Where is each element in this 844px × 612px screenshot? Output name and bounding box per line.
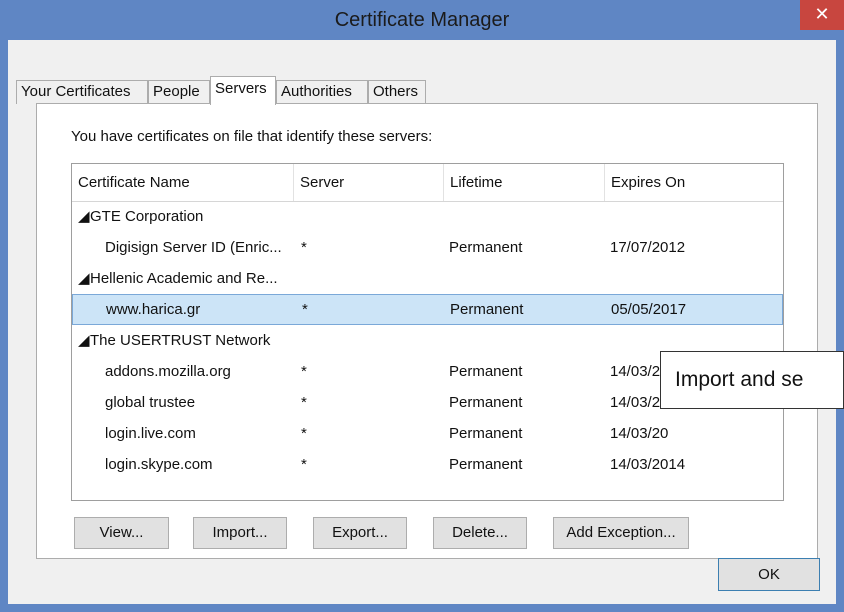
certificate-row[interactable]: www.harica.gr * Permanent 05/05/2017	[72, 294, 783, 325]
tree-group-row[interactable]: ◢ GTE Corporation	[72, 201, 783, 232]
column-header-lifetime[interactable]: Lifetime	[444, 164, 605, 201]
server-cell: *	[301, 425, 307, 442]
tab-your-certificates[interactable]: Your Certificates	[16, 80, 148, 104]
delete-button[interactable]: Delete...	[433, 517, 527, 549]
column-header-expires-on[interactable]: Expires On	[605, 164, 783, 201]
lifetime-cell: Permanent	[449, 363, 523, 380]
expires-cell: 14/03/2014	[610, 456, 686, 473]
lifetime-cell: Permanent	[449, 239, 523, 256]
server-cell: *	[301, 363, 307, 380]
dialog-body: Your Certificates People Servers Authori…	[8, 40, 836, 604]
expand-arrow-icon[interactable]: ◢	[78, 325, 90, 356]
column-header-server[interactable]: Server	[294, 164, 444, 201]
expires-cell: 14/03/20	[610, 425, 669, 442]
certificate-name-cell: Digisign Server ID (Enric...	[105, 239, 282, 256]
import-button[interactable]: Import...	[193, 517, 287, 549]
server-cell: *	[302, 301, 308, 318]
title-bar[interactable]: Certificate Manager ✕	[0, 0, 844, 40]
server-cell: *	[301, 239, 307, 256]
expires-cell: 05/05/2017	[611, 301, 687, 318]
lifetime-cell: Permanent	[449, 394, 523, 411]
server-cell: *	[301, 456, 307, 473]
lifetime-cell: Permanent	[450, 301, 524, 318]
group-label: Hellenic Academic and Re...	[90, 270, 278, 287]
close-icon: ✕	[814, 4, 830, 24]
expand-arrow-icon[interactable]: ◢	[78, 263, 90, 294]
column-header-certificate-name[interactable]: Certificate Name	[72, 164, 294, 201]
tree-group-row[interactable]: ◢ Hellenic Academic and Re...	[72, 263, 783, 294]
tab-servers[interactable]: Servers	[210, 76, 276, 105]
tab-people[interactable]: People	[148, 80, 210, 104]
panel-description: You have certificates on file that ident…	[71, 128, 433, 145]
certificate-row[interactable]: Digisign Server ID (Enric... * Permanent 17…	[72, 232, 783, 263]
window-title: Certificate Manager	[334, 9, 510, 31]
ok-button[interactable]: OK	[718, 558, 820, 591]
certificate-name-cell: login.live.com	[105, 425, 196, 442]
lifetime-cell: Permanent	[449, 425, 523, 442]
certificate-row[interactable]: login.live.com * Permanent 14/03/20	[72, 418, 783, 449]
expand-arrow-icon[interactable]: ◢	[78, 201, 90, 232]
group-label: The USERTRUST Network	[90, 332, 271, 349]
tab-others[interactable]: Others	[368, 80, 426, 104]
server-cell: *	[301, 394, 307, 411]
certificate-name-cell: global trustee	[105, 394, 196, 411]
close-button[interactable]: ✕	[800, 0, 844, 30]
certificate-name-cell: login.skype.com	[105, 456, 213, 473]
tree-header: Certificate Name Server Lifetime Expires…	[72, 164, 783, 202]
view-button[interactable]: View...	[74, 517, 169, 549]
group-label: GTE Corporation	[90, 208, 204, 225]
lifetime-cell: Permanent	[449, 456, 523, 473]
certificate-name-cell: addons.mozilla.org	[105, 363, 231, 380]
add-exception-button[interactable]: Add Exception...	[553, 517, 689, 549]
export-button[interactable]: Export...	[313, 517, 407, 549]
certificate-manager-window: Certificate Manager ✕ Your Certificates …	[0, 0, 844, 612]
certificate-tree[interactable]: Certificate Name Server Lifetime Expires…	[71, 163, 784, 501]
certificate-row[interactable]: login.skype.com * Permanent 14/03/2014	[72, 449, 783, 480]
certificate-name-cell: www.harica.gr	[106, 301, 201, 318]
servers-tab-panel: You have certificates on file that ident…	[36, 103, 818, 559]
tooltip: Import and se	[660, 351, 844, 409]
tab-authorities[interactable]: Authorities	[276, 80, 368, 104]
expires-cell: 17/07/2012	[610, 239, 686, 256]
